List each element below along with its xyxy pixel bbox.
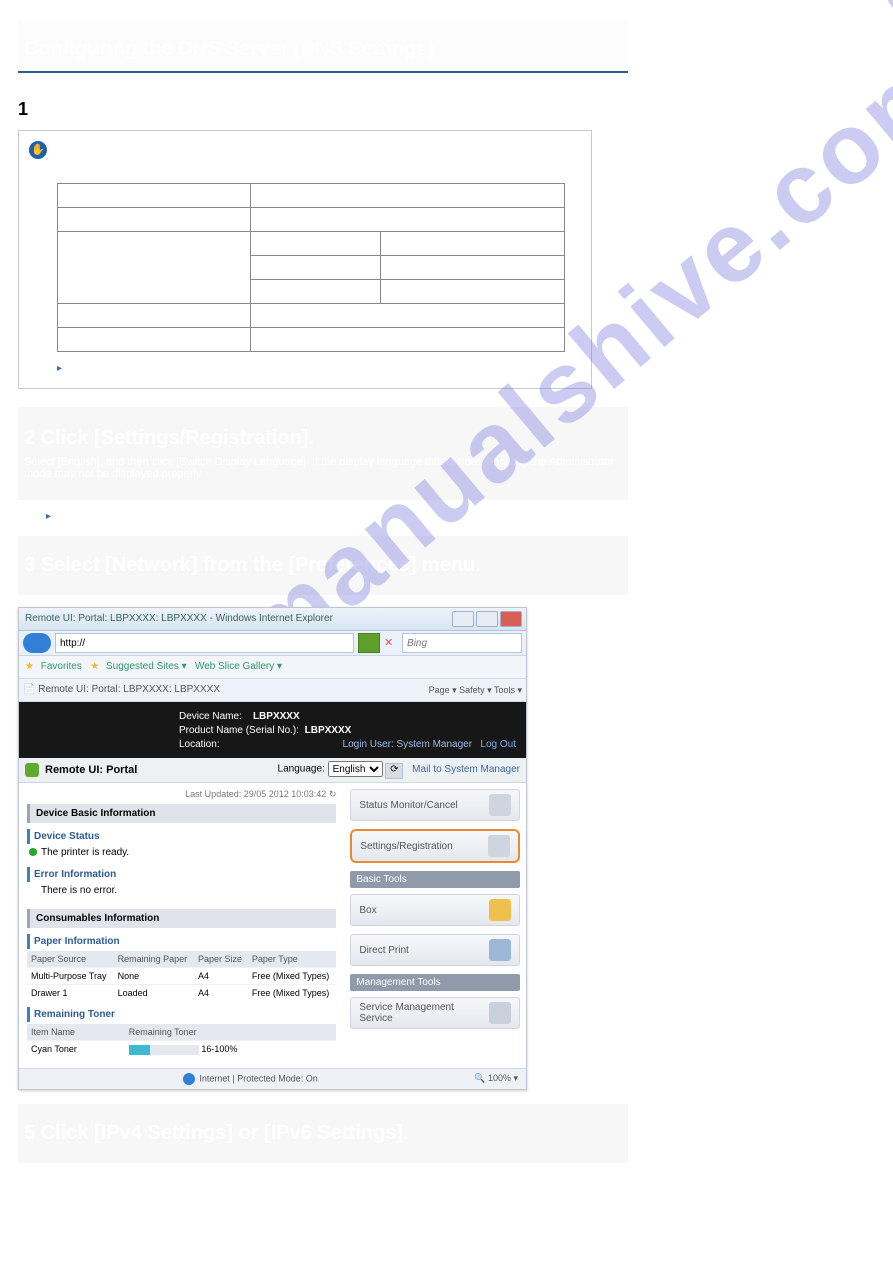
mail-link[interactable]: Mail to System Manager: [412, 764, 520, 775]
screen-layout-link[interactable]: Please see "Screen Layout of the Remote …: [54, 510, 624, 522]
stop-icon[interactable]: ✕: [384, 636, 398, 650]
paper-info-header: Paper Information: [27, 934, 336, 949]
toner-header: Remaining Toner: [27, 1007, 336, 1022]
refresh-icon[interactable]: ↻: [329, 789, 337, 799]
important-label: IMPORTANT: [56, 144, 121, 156]
toner-table: Item NameRemaining Toner Cyan Toner 16-1…: [27, 1024, 336, 1058]
table-row: Cyan Toner 16-100%: [27, 1041, 336, 1058]
consumables-header: Consumables Information: [27, 909, 336, 928]
box-button[interactable]: Box: [350, 894, 520, 926]
box-icon: [489, 899, 511, 921]
start-remote-ui-link[interactable]: "Starting the Remote UI": [65, 362, 185, 374]
note-heading: About the characters which can be entere…: [57, 167, 581, 179]
logout-link[interactable]: Log Out: [480, 739, 516, 750]
direct-print-button[interactable]: Direct Print: [350, 934, 520, 966]
page-title: Configuring the DNS Server (DNS Settings…: [18, 20, 628, 73]
step2-text: Click [Settings/Registration].: [41, 427, 314, 449]
back-button[interactable]: [23, 633, 51, 653]
address-bar-row: ✕: [19, 631, 526, 656]
globe-icon: [183, 1073, 195, 1085]
printer-ready-status: The printer is ready.: [27, 844, 336, 861]
status-dot-icon: [29, 848, 37, 856]
gear-icon: [488, 835, 510, 857]
error-info-header: Error Information: [27, 867, 336, 882]
device-header: Device Name: LBPXXXX Product Name (Seria…: [19, 702, 526, 758]
ie-tools[interactable]: Page ▾ Safety ▾ Tools ▾: [429, 679, 522, 701]
mgmt-tools-header: Management Tools: [350, 974, 520, 991]
portal-title: Remote UI: Portal: [45, 764, 278, 776]
favorites-label[interactable]: Favorites: [41, 661, 82, 672]
favorites-bar: ★ Favorites ★ Suggested Sites ▾ Web Slic…: [19, 656, 526, 679]
settings-registration-button[interactable]: Settings/Registration: [350, 829, 520, 863]
eye-icon: [489, 794, 511, 816]
step2-num: 2: [24, 427, 35, 449]
step5-text: Click [IPv4 Settings] or [IPv6 Settings]…: [41, 1122, 409, 1144]
step3-text: Select [Network] from the [Preferences] …: [41, 554, 481, 576]
step2-sub: Select [English], and then click [Switch…: [24, 456, 622, 480]
important-note: ✋ IMPORTANT About the characters which c…: [18, 130, 592, 389]
star-icon: ★: [25, 661, 34, 672]
toner-bar: [129, 1045, 199, 1055]
basic-tools-header: Basic Tools: [350, 871, 520, 888]
status-monitor-button[interactable]: Status Monitor/Cancel: [350, 789, 520, 821]
login-user: Login User: System Manager: [343, 739, 473, 750]
minimize-icon[interactable]: [452, 611, 474, 627]
device-basic-info-header: Device Basic Information: [27, 804, 336, 823]
arrow-icon: ▸: [46, 511, 51, 522]
char-table: [Host Name]Up to 47 alphanumeric charact…: [57, 183, 565, 352]
go-button[interactable]: [358, 633, 380, 653]
suggested-sites-link[interactable]: Suggested Sites: [106, 661, 179, 672]
web-slice-link[interactable]: Web Slice Gallery: [195, 661, 274, 672]
table-row: Multi-Purpose TrayNoneA4Free (Mixed Type…: [27, 968, 336, 985]
portal-icon: [25, 763, 39, 777]
window-titlebar: Remote UI: Portal: LBPXXXX: LBPXXXX - Wi…: [19, 608, 526, 631]
sms-button[interactable]: Service Management Service: [350, 997, 520, 1029]
printer-icon: [489, 939, 511, 961]
language-select[interactable]: English: [328, 761, 383, 777]
no-error-text: There is no error.: [27, 882, 336, 899]
address-input[interactable]: [55, 633, 354, 653]
switch-lang-button[interactable]: ⟳: [385, 763, 403, 779]
step1-text: Start the Remote UI, and then log in as …: [33, 99, 489, 119]
maximize-icon[interactable]: [476, 611, 498, 627]
browser-screenshot: Remote UI: Portal: LBPXXXX: LBPXXXX - Wi…: [18, 607, 527, 1090]
device-status-header: Device Status: [27, 829, 336, 844]
step5-num: 5: [24, 1122, 35, 1144]
step3-num: 3: [24, 554, 35, 576]
hand-icon: ✋: [29, 141, 47, 159]
step1-num: 1: [18, 99, 28, 119]
table-row: Drawer 1LoadedA4Free (Mixed Types): [27, 985, 336, 1002]
service-icon: [489, 1002, 511, 1024]
last-updated: Last Updated: 29/05 2012 10:03:42 ↻: [27, 789, 336, 800]
star-icon: ★: [90, 661, 99, 672]
search-input[interactable]: [402, 633, 522, 653]
close-icon[interactable]: [500, 611, 522, 627]
language-label: Language:: [278, 764, 325, 775]
browser-tab[interactable]: 📄 Remote UI: Portal: LBPXXXX: LBPXXXX: [23, 679, 220, 701]
paper-table: Paper SourceRemaining PaperPaper SizePap…: [27, 951, 336, 1001]
arrow-icon: ▸: [57, 363, 62, 374]
ie-status-bar: Internet | Protected Mode: On 🔍 100% ▾: [19, 1068, 526, 1089]
